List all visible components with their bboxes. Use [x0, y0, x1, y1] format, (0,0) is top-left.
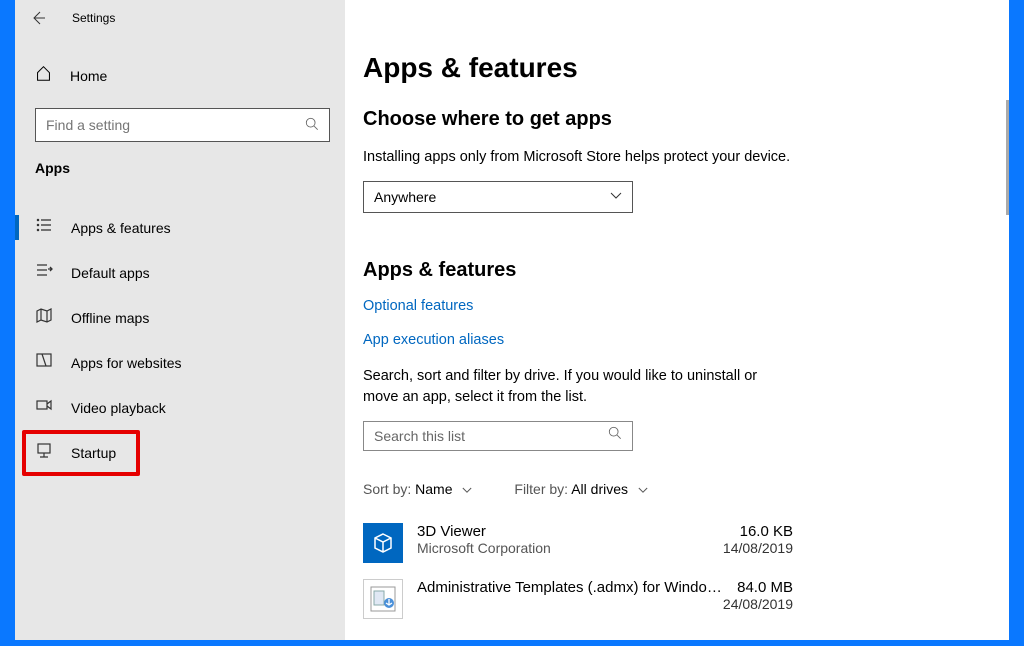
defaults-icon — [35, 261, 53, 284]
window-title: Settings — [72, 11, 115, 25]
section-label: Apps — [35, 160, 70, 176]
app-row[interactable]: Administrative Templates (.admx) for Win… — [363, 579, 793, 635]
app-row[interactable]: 3D Viewer Microsoft Corporation 16.0 KB … — [363, 523, 793, 579]
settings-window: Settings Home Apps — [15, 0, 1009, 640]
filter-label: Filter by: — [514, 481, 568, 497]
app-icon — [363, 579, 403, 619]
app-size: 84.0 MB — [723, 579, 793, 596]
nav-default-apps[interactable]: Default apps — [15, 250, 345, 295]
home-label: Home — [70, 68, 107, 84]
app-list-search[interactable]: Search this list — [363, 421, 633, 451]
app-date: 14/08/2019 — [723, 540, 793, 556]
nav-item-label: Default apps — [71, 265, 150, 281]
filter-value: All drives — [571, 481, 628, 497]
sidebar: Settings Home Apps — [15, 0, 345, 640]
nav-item-label: Video playback — [71, 400, 166, 416]
af-desc-line1: Search, sort and filter by drive. If you… — [363, 366, 979, 386]
app-publisher: Microsoft Corporation — [417, 540, 723, 556]
websites-icon — [35, 351, 53, 374]
optional-features-link[interactable]: Optional features — [363, 298, 979, 314]
video-icon — [35, 396, 53, 419]
search-icon — [305, 117, 319, 134]
dropdown-value: Anywhere — [374, 189, 436, 205]
app-size: 16.0 KB — [723, 523, 793, 540]
home-nav[interactable]: Home — [35, 65, 107, 87]
nav-item-label: Apps & features — [71, 220, 171, 236]
sort-label: Sort by: — [363, 481, 411, 497]
annotation-highlight — [22, 430, 140, 476]
filter-by-control[interactable]: Filter by: All drives — [514, 481, 648, 497]
app-source-dropdown[interactable]: Anywhere — [363, 181, 633, 213]
back-arrow-icon — [30, 10, 46, 26]
sort-value: Name — [415, 481, 452, 497]
choose-apps-desc: Installing apps only from Microsoft Stor… — [363, 147, 979, 167]
chevron-down-icon — [638, 486, 648, 497]
app-execution-aliases-link[interactable]: App execution aliases — [363, 332, 979, 348]
nav-list: Apps & features Default apps Offline — [15, 205, 345, 475]
apps-features-section: Apps & features Optional features App ex… — [363, 259, 979, 635]
page-heading: Apps & features — [363, 52, 979, 84]
af-desc-line2: move an app, select it from the list. — [363, 387, 979, 407]
sort-filter-row: Sort by: Name Filter by: All drives — [363, 481, 979, 497]
sort-by-control[interactable]: Sort by: Name — [363, 481, 472, 497]
nav-startup[interactable]: Startup — [15, 430, 345, 475]
titlebar: Settings — [15, 0, 345, 36]
settings-search[interactable] — [35, 108, 330, 142]
nav-video-playback[interactable]: Video playback — [15, 385, 345, 430]
home-icon — [35, 65, 52, 87]
af-heading: Apps & features — [363, 259, 979, 282]
content-panel: Apps & features Choose where to get apps… — [345, 0, 1009, 640]
app-date: 24/08/2019 — [723, 596, 793, 612]
list-icon — [35, 216, 53, 239]
choose-apps-heading: Choose where to get apps — [363, 108, 979, 131]
chevron-down-icon — [462, 486, 472, 497]
settings-search-input[interactable] — [46, 117, 305, 133]
nav-offline-maps[interactable]: Offline maps — [15, 295, 345, 340]
chevron-down-icon — [610, 192, 622, 203]
nav-item-label: Apps for websites — [71, 355, 182, 371]
app-icon — [363, 523, 403, 563]
search-icon — [608, 426, 622, 445]
map-icon — [35, 306, 53, 329]
app-name: 3D Viewer — [417, 523, 723, 540]
nav-item-label: Offline maps — [71, 310, 149, 326]
nav-apps-features[interactable]: Apps & features — [15, 205, 345, 250]
back-button[interactable] — [15, 0, 60, 36]
search-placeholder-text: Search this list — [374, 428, 465, 444]
app-list: 3D Viewer Microsoft Corporation 16.0 KB … — [363, 523, 793, 635]
app-name: Administrative Templates (.admx) for Win… — [417, 579, 723, 596]
scrollbar[interactable] — [1006, 100, 1009, 215]
nav-apps-websites[interactable]: Apps for websites — [15, 340, 345, 385]
